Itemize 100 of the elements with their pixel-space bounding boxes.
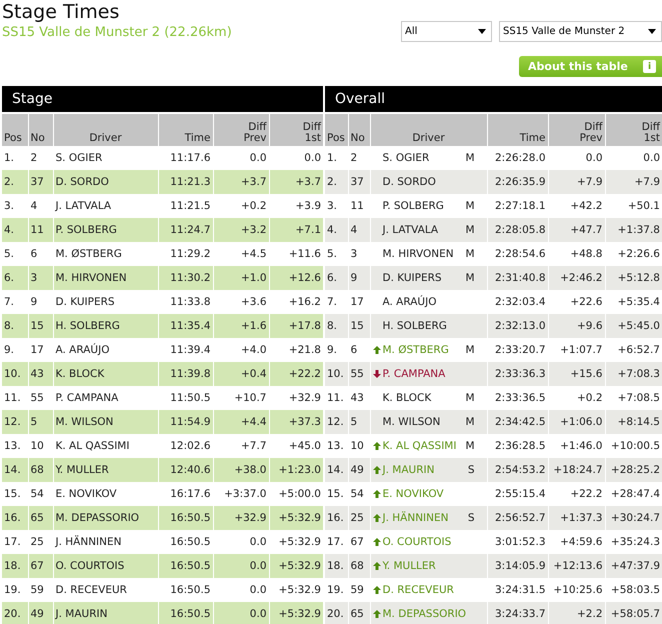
class-label: M [465,248,476,260]
driver-name: K. AL QASSIMI [382,440,456,452]
table-cell: 11. [2,386,28,410]
column-header: Time [158,114,213,146]
table-cell: +3.2 [213,218,269,242]
driver-name: P. SOLBERG [382,200,444,212]
driver-name: E. NOVIKOV [382,488,444,500]
table-cell: 16. [2,506,28,530]
table-cell: +3.7 [269,170,323,194]
column-header: Driver [370,114,487,146]
table-cell: 2:31:40.8 [487,266,548,290]
table-cell: +7.1 [269,218,323,242]
class-label: S [468,464,476,476]
driver-name: J. MAURIN [382,464,434,476]
table-cell: 18. [2,554,28,578]
table-cell: 16:50.5 [158,554,213,578]
column-header: Diff Prev [548,114,605,146]
driver-name: Y. MULLER [382,560,436,572]
table-cell: +5:12.8 [605,266,662,290]
table-cell: 11 [28,218,53,242]
table-cell: K. BLOCK [53,362,158,386]
table-cell: 14. [2,458,28,482]
dropdown[interactable]: All [401,21,492,42]
table-cell: +4.4 [213,410,269,434]
table-cell: 9. [2,338,28,362]
table-cell: 11:24.7 [158,218,213,242]
table-cell: 3. [2,194,28,218]
table-cell: +5:32.9 [269,602,323,624]
table-cell: 17. [2,530,28,554]
dropdown[interactable]: SS15 Valle de Munster 2 [499,21,662,42]
column-header: Driver [53,114,158,146]
table-cell: 68 [28,458,53,482]
table-cell: +8:14.5 [605,410,662,434]
table-cell: 2:34:42.5 [487,410,548,434]
table-cell: 11. [325,386,348,410]
table-cell: 3 [28,266,53,290]
table-cell: +1.6 [213,314,269,338]
driver-name: J. LATVALA [382,224,438,236]
table-cell: 11:35.4 [158,314,213,338]
table-cell: 19. [2,578,28,602]
page-title: Stage Times [2,0,120,24]
table-cell: +47:37.9 [605,554,662,578]
caret-icon [478,29,486,34]
section-title: Stage [12,91,52,107]
table-cell: P. SOLBERG [53,218,158,242]
table-cell: +1:37.3 [548,506,605,530]
driver-name: M. DEPASSORIO [382,608,466,620]
caret-icon [648,29,656,34]
driver-name: K. BLOCK [382,392,432,404]
table-cell: +0.4 [213,362,269,386]
section-title: Overall [335,91,386,107]
table-cell: 8. [325,314,348,338]
table-cell: 2:32:13.0 [487,314,548,338]
driver-name: M. ØSTBERG [382,344,449,356]
table-cell: 6. [325,266,348,290]
table-cell: +5:32.9 [269,554,323,578]
table-cell: 2:56:52.7 [487,506,548,530]
table-cell: +1:37.8 [605,218,662,242]
class-label: M [465,224,476,236]
table-cell: +28:25.2 [605,458,662,482]
column-header: Diff 1st [605,114,662,146]
table-cell: +1:06.0 [548,410,605,434]
column-header: Pos [325,114,348,146]
table-cell: 19. [325,578,348,602]
table-cell: 2:28:05.8 [487,218,548,242]
table-cell: 11:30.2 [158,266,213,290]
table-cell: 15. [2,482,28,506]
table-cell: +38.0 [213,458,269,482]
table-cell: +12.6 [269,266,323,290]
table-cell: 0.0 [213,602,269,624]
table-cell: O. COURTOIS [53,554,158,578]
table-cell: +47.7 [548,218,605,242]
class-label: M [465,200,476,212]
table-cell: 2:54:53.2 [487,458,548,482]
column-header: No [28,114,53,146]
table-cell: +15.6 [548,362,605,386]
table-cell: 1. [325,146,348,170]
table-cell: 2:33:36.3 [487,362,548,386]
table-cell: 8. [2,314,28,338]
column-header: Time [487,114,548,146]
table-cell: 65 [348,602,370,624]
table-cell: 37 [28,170,53,194]
column-header: No [348,114,370,146]
driver-name: M. WILSON [382,416,440,428]
table-cell: 2. [325,170,348,194]
table-cell: 12. [325,410,348,434]
table-cell: 9. [325,338,348,362]
table-cell: 2. [2,170,28,194]
table-cell: +17.8 [269,314,323,338]
driver-name: O. COURTOIS [382,536,452,548]
table-cell: 5. [325,242,348,266]
table-cell: +2:46.2 [548,266,605,290]
info-icon: i [643,60,656,73]
table-cell: 9 [348,266,370,290]
table-cell: 43 [28,362,53,386]
driver-name: H. SOLBERG [382,320,447,332]
table-cell: 49 [348,458,370,482]
table-cell: +22.2 [269,362,323,386]
table-cell: 17. [325,530,348,554]
table-cell: 25 [348,506,370,530]
